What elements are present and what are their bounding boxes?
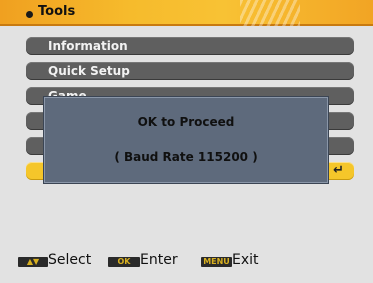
page-title: Tools [38,4,76,19]
menu-key-icon: MENU [201,257,232,267]
header-bar: Tools [0,0,373,26]
dialog-detail: ( Baud Rate 115200 ) [114,150,258,164]
select-hint: Select [48,252,92,268]
exit-hint: Exit [232,252,259,268]
footer-help-bar: ▲▼ Select OK Enter MENU Exit [0,246,373,283]
enter-hint: Enter [140,252,178,268]
bullet-icon [26,11,33,18]
ok-key-icon: OK [108,257,140,267]
menu-item-quick-setup[interactable]: Quick Setup [26,62,354,80]
menu-item-label: Quick Setup [48,64,130,78]
menu-item-label: Information [48,39,128,53]
menu-item-information[interactable]: Information [26,37,354,55]
arrow-keys-icon: ▲▼ [18,257,48,267]
header-decoration [240,0,300,26]
dialog-message: OK to Proceed [137,115,235,129]
enter-icon: ↵ [333,163,344,178]
tools-screen: Tools Information Quick Setup Game I S S… [0,0,373,283]
confirm-dialog[interactable]: OK to Proceed ( Baud Rate 115200 ) [44,97,328,183]
